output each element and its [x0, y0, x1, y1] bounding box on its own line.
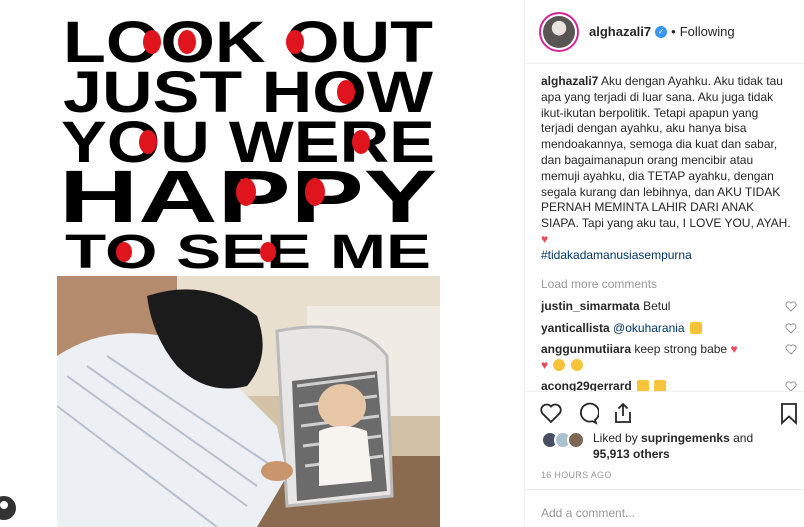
- comment-item: acong29gerrard: [541, 379, 797, 391]
- like-heart-icon[interactable]: [539, 401, 563, 425]
- liker-avatars: [541, 431, 589, 449]
- caption-hashtag[interactable]: #tidakadamanusiasempurna: [541, 248, 791, 264]
- likes-summary: Liked by supringemenks and 95,913 others: [541, 430, 753, 462]
- comment-username[interactable]: yanticallista: [541, 321, 610, 335]
- verified-badge-icon: ✓: [655, 25, 668, 38]
- likes-count[interactable]: 95,913 others: [593, 447, 670, 461]
- comment-list: justin_simarmata Betul yanticallista @ok…: [541, 299, 797, 391]
- post-caption: alghazali7 Aku dengan Ayahku. Aku tidak …: [541, 74, 791, 264]
- profile-avatar-icon[interactable]: [0, 496, 16, 520]
- comment-item: justin_simarmata Betul: [541, 299, 797, 315]
- liked-by-prefix: Liked by: [593, 431, 638, 445]
- red-heart-emoji-icon: ♥: [730, 342, 738, 356]
- author-username[interactable]: alghazali7: [589, 24, 651, 39]
- red-heart-emoji-icon: ♥: [541, 357, 549, 372]
- liked-by-joiner: and: [733, 431, 754, 445]
- action-bar: [525, 391, 804, 433]
- liked-by-user[interactable]: supringemenks: [641, 431, 730, 445]
- heart-outline-icon[interactable]: [785, 322, 797, 334]
- add-comment-input[interactable]: [541, 506, 781, 520]
- heart-outline-icon[interactable]: [785, 381, 797, 391]
- comment-username[interactable]: acong29gerrard: [541, 379, 632, 391]
- father-baby-photo: [57, 276, 440, 527]
- red-heart-emoji: ♥: [541, 231, 549, 246]
- comment-item: yanticallista @okuharania: [541, 321, 797, 337]
- caption-text: Aku dengan Ayahku. Aku tidak tau apa yan…: [541, 74, 791, 231]
- author-avatar[interactable]: [539, 11, 579, 52]
- add-comment-bar: [525, 489, 804, 527]
- bookmark-icon[interactable]: [777, 401, 801, 425]
- comment-bubble-icon[interactable]: [575, 401, 599, 425]
- caption-username[interactable]: alghazali7: [541, 74, 598, 88]
- thumbs-up-emoji-icon: [689, 321, 702, 334]
- heart-outline-icon[interactable]: [785, 301, 797, 312]
- post-header: alghazali7 ✓ • Following: [525, 0, 804, 64]
- comment-username[interactable]: justin_simarmata: [541, 299, 640, 313]
- poster-image: LOOK OUT JUST HOW YOU WERE HAPPY TO SEE …: [57, 0, 440, 276]
- heart-outline-icon[interactable]: [785, 344, 797, 355]
- load-more-comments-button[interactable]: Load more comments: [541, 277, 657, 291]
- smiley-emoji-icon: [553, 358, 566, 371]
- comment-username[interactable]: anggunmutiiara: [541, 342, 631, 356]
- comment-text: Betul: [643, 299, 671, 313]
- share-icon[interactable]: [611, 401, 635, 425]
- header-separator: •: [671, 24, 676, 39]
- smiley-emoji-icon: [570, 358, 583, 371]
- comment-text: keep strong babe: [634, 342, 728, 356]
- post-details-panel: alghazali7 ✓ • Following alghazali7 Aku …: [524, 0, 804, 527]
- comment-mention[interactable]: @okuharania: [613, 321, 685, 335]
- post-media[interactable]: LOOK OUT JUST HOW YOU WERE HAPPY TO SEE …: [57, 0, 440, 527]
- post-timestamp[interactable]: 16 HOURS AGO: [541, 470, 612, 480]
- thumbs-up-emoji-icon: [654, 380, 667, 391]
- thumbs-up-emoji-icon: [637, 380, 650, 391]
- likes-text: Liked by supringemenks and 95,913 others: [593, 430, 753, 462]
- following-button[interactable]: Following: [680, 24, 735, 39]
- comment-item: anggunmutiiara keep strong babe ♥ ♥: [541, 342, 797, 373]
